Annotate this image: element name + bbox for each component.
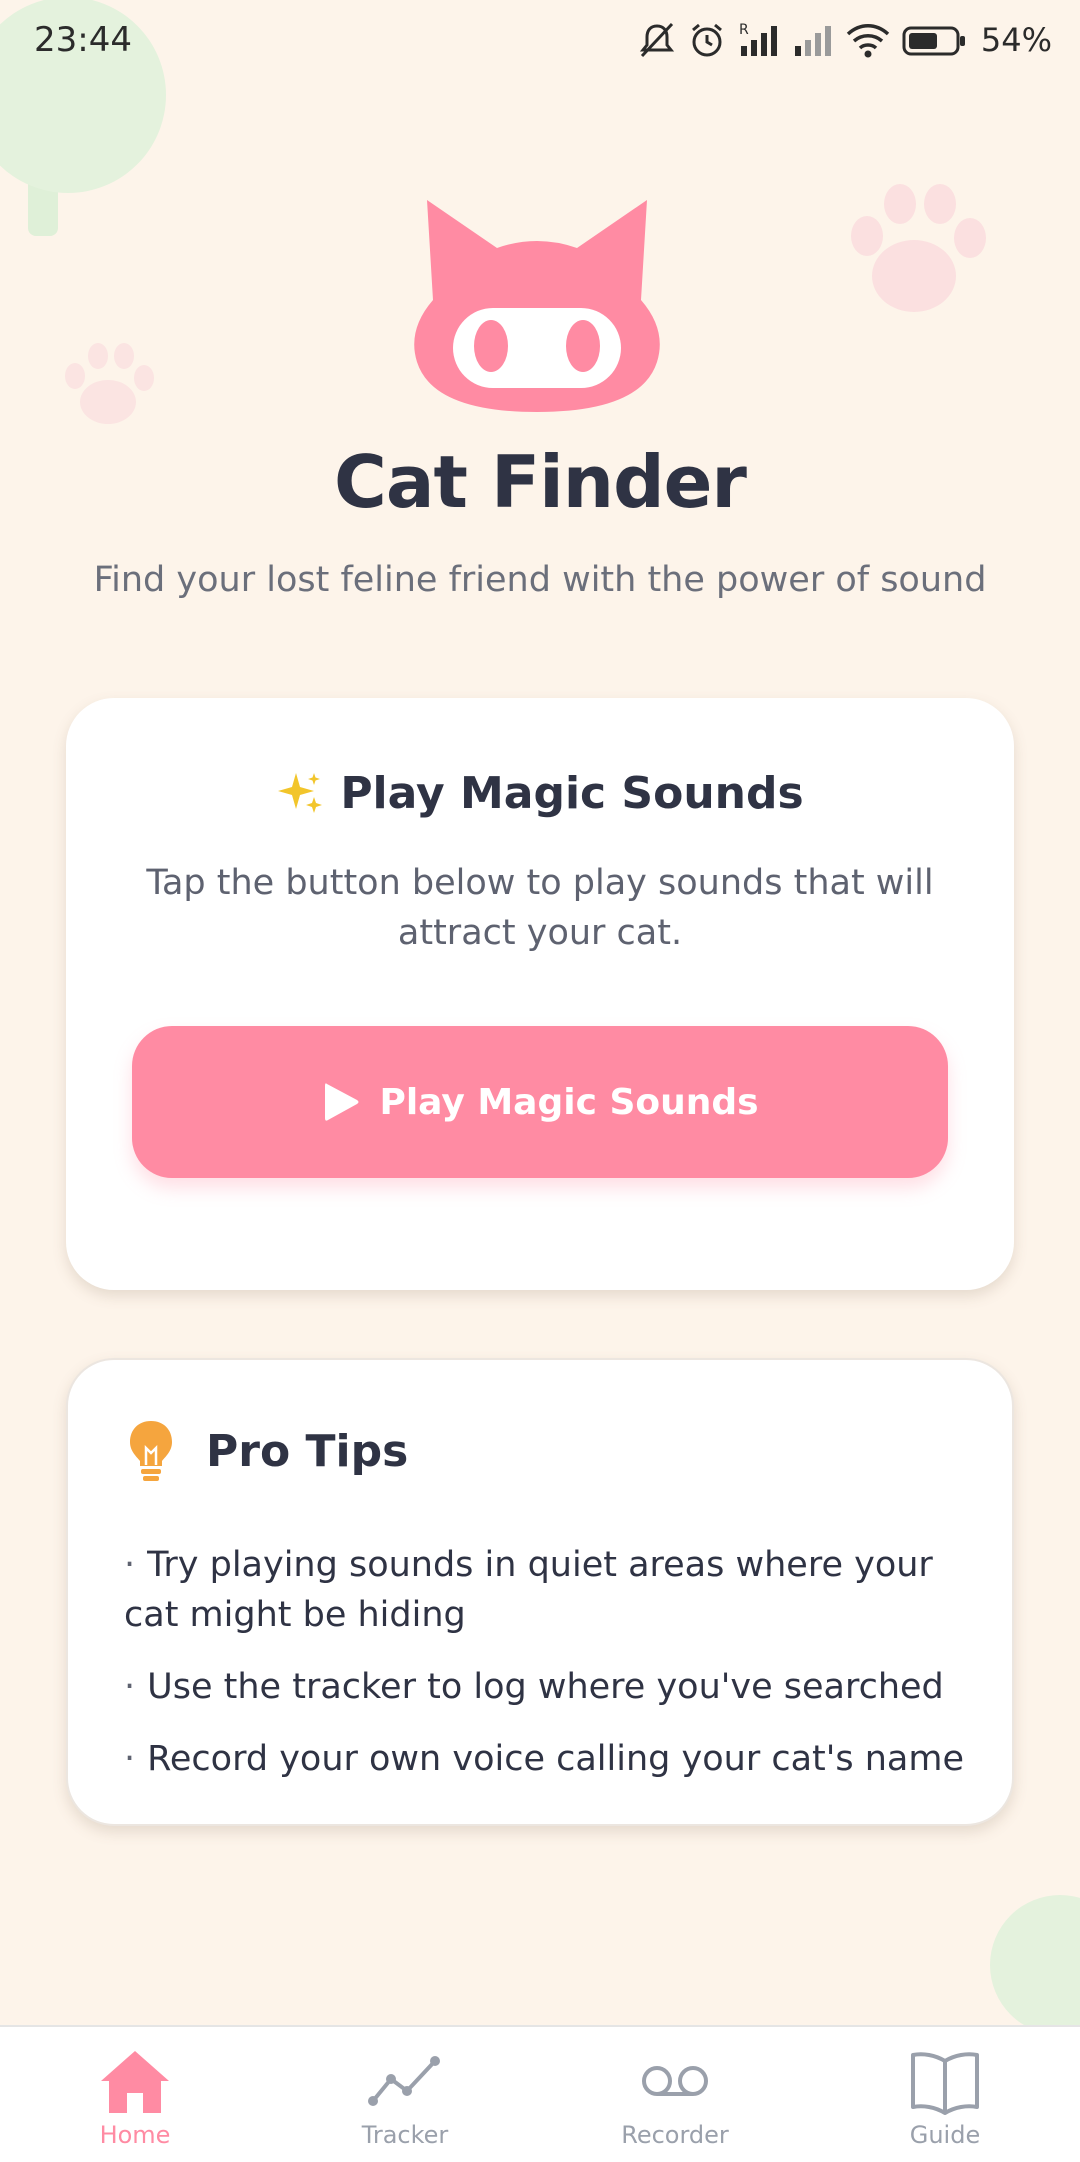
alarm-icon [691,23,722,57]
signal-icon [794,26,831,56]
pro-tips-heading: Pro Tips [126,1418,408,1484]
mute-icon [639,22,674,58]
magic-sounds-heading-text: Play Magic Sounds [340,768,804,819]
app-title: Cat Finder [334,440,747,524]
voicemail-icon [642,2066,708,2096]
status-bar: 23:44 R 54% [0,0,1080,80]
sparkles-icon [278,772,323,813]
tip-item: · Record your own voice calling your cat'… [124,1734,974,1784]
bush-decoration [990,1895,1080,2035]
home-icon [101,2051,169,2113]
nav-item-recorder[interactable]: Recorder [540,2027,810,2162]
signal-r-icon: R [739,22,777,56]
bullet: · [124,1667,136,1707]
paw-print-decoration [851,184,986,312]
svg-text:R: R [739,22,749,38]
play-icon [325,1083,359,1121]
paw-print-decoration-small [65,343,154,424]
battery-percentage: 54% [980,21,1052,59]
magic-sounds-heading: Play Magic Sounds [66,768,1014,819]
wifi-icon [846,24,890,58]
app-subtitle: Find your lost feline friend with the po… [93,560,987,600]
status-icons: R 54% [637,20,1052,60]
status-time: 23:44 [34,20,132,60]
tip-text: Record your own voice calling your cat's… [147,1739,964,1779]
bottom-navigation: Home Tracker Recorder Guide [0,2025,1080,2162]
tip-item: · Use the tracker to log where you've sea… [124,1662,974,1712]
nav-label-guide: Guide [909,2121,981,2149]
nav-label-home: Home [99,2121,171,2149]
nav-item-tracker[interactable]: Tracker [270,2027,540,2162]
magic-sounds-card: Play Magic Sounds Tap the button below t… [66,698,1014,1290]
tip-text: Use the tracker to log where you've sear… [147,1667,944,1707]
tip-item: · Try playing sounds in quiet areas where… [124,1540,974,1640]
battery-icon [902,26,965,56]
cat-face-logo-icon [414,200,660,412]
bullet: · [124,1739,136,1779]
nav-label-tracker: Tracker [361,2121,449,2149]
lightbulb-icon [130,1421,172,1481]
tips-list: · Try playing sounds in quiet areas where… [124,1540,974,1806]
play-button-label: Play Magic Sounds [379,1081,759,1123]
nav-item-home[interactable]: Home [0,2027,270,2162]
bullet: · [124,1545,136,1585]
play-magic-sounds-button[interactable]: Play Magic Sounds [132,1026,948,1178]
chart-line-icon [368,2056,440,2106]
pro-tips-card: Pro Tips · Try playing sounds in quiet ar… [66,1358,1014,1826]
nav-label-recorder: Recorder [621,2121,729,2149]
pro-tips-heading-text: Pro Tips [206,1425,409,1477]
magic-sounds-description: Tap the button below to play sounds that… [146,863,934,953]
nav-item-guide[interactable]: Guide [810,2027,1080,2162]
book-icon [911,2052,979,2115]
tip-text: Try playing sounds in quiet areas where … [124,1545,933,1635]
